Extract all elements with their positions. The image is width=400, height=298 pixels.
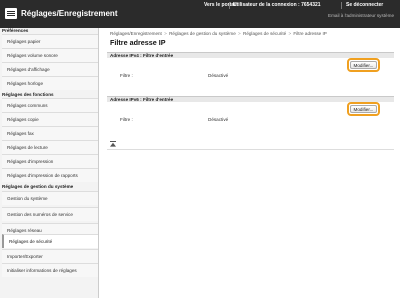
sidebar-item-common[interactable]: Réglages communs	[2, 98, 98, 112]
ipv4-filter-value: Désactivé	[208, 73, 229, 78]
breadcrumb-separator: >	[288, 31, 292, 36]
breadcrumb-current: Filtre adresse IP	[293, 31, 327, 36]
sidebar-item-copy[interactable]: Réglages copie	[2, 112, 98, 126]
header-bar: Vers le portail Utilisateur de la connex…	[0, 0, 400, 28]
sidebar-item-report-print[interactable]: Réglages d'impression de rapports	[2, 168, 98, 182]
page-title: Filtre adresse IP	[110, 38, 166, 47]
ipv4-modify-highlight: Modifier...	[347, 58, 380, 72]
breadcrumb-management[interactable]: Réglages de gestion du système	[169, 31, 236, 36]
breadcrumb-separator: >	[164, 31, 167, 36]
sidebar-item-department-id[interactable]: Gestion des numéros de service	[2, 207, 98, 221]
header-divider	[341, 2, 342, 9]
breadcrumb-security[interactable]: Réglages de sécurité	[243, 31, 286, 36]
sidebar-group-management: Réglages de gestion du système	[2, 184, 74, 189]
sidebar-item-clock[interactable]: Réglages horloge	[2, 76, 98, 90]
section-divider	[107, 149, 394, 150]
sidebar-item-scan[interactable]: Réglages de lecture	[2, 140, 98, 154]
back-to-top-icon[interactable]	[110, 141, 116, 147]
breadcrumb-registration[interactable]: Réglages/Enregistrement	[110, 31, 162, 36]
sidebar-item-system-management[interactable]: Gestion du système	[2, 191, 98, 205]
sidebar-item-fax[interactable]: Réglages fax	[2, 126, 98, 140]
ipv6-filter-label: Filtre :	[120, 117, 133, 122]
ipv6-modify-button[interactable]: Modifier...	[350, 105, 377, 113]
header-divider	[229, 2, 230, 9]
ipv4-filter-label: Filtre :	[120, 73, 133, 78]
portal-link[interactable]: Vers le portail	[204, 2, 237, 8]
logout-link[interactable]: Se déconnecter	[346, 2, 383, 8]
login-user-label: Utilisateur de la connexion :	[233, 2, 302, 8]
sidebar-item-volume[interactable]: Réglages volume sonore	[2, 48, 98, 62]
sidebar-item-import-export[interactable]: Importer/Exporter	[2, 249, 98, 263]
ipv4-modify-button[interactable]: Modifier...	[350, 61, 377, 69]
sidebar-item-initialize[interactable]: Initialiser informations de réglages	[2, 263, 98, 277]
sidebar-item-paper[interactable]: Réglages papier	[2, 34, 98, 48]
breadcrumb: Réglages/Enregistrement > Réglages de ge…	[110, 31, 396, 38]
ipv6-filter-section: Adresse IPv6 : Filtre d'entrée Filtre : …	[107, 96, 394, 140]
settings-registration-icon	[5, 7, 17, 19]
ipv4-filter-section: Adresse IPv4 : Filtre d'entrée Filtre : …	[107, 52, 394, 96]
login-user: Utilisateur de la connexion : 7654321	[233, 2, 321, 8]
breadcrumb-separator: >	[238, 31, 241, 36]
app-title: Réglages/Enregistrement	[21, 8, 118, 18]
sidebar-item-security[interactable]: Réglages de sécurité	[2, 234, 98, 248]
ipv6-filter-value: Désactivé	[208, 117, 229, 122]
brand: Réglages/Enregistrement	[5, 6, 117, 20]
ipv6-modify-highlight: Modifier...	[347, 102, 380, 116]
main-content: Réglages/Enregistrement > Réglages de ge…	[100, 28, 400, 298]
sidebar-item-print[interactable]: Réglages d'impression	[2, 154, 98, 168]
sidebar: Préférences Réglages papier Réglages vol…	[0, 28, 99, 298]
sidebar-item-display[interactable]: Réglages d'affichage	[2, 62, 98, 76]
admin-email-link[interactable]: Email à l'administrateur système	[328, 13, 394, 18]
login-user-value: 7654321	[301, 2, 321, 8]
